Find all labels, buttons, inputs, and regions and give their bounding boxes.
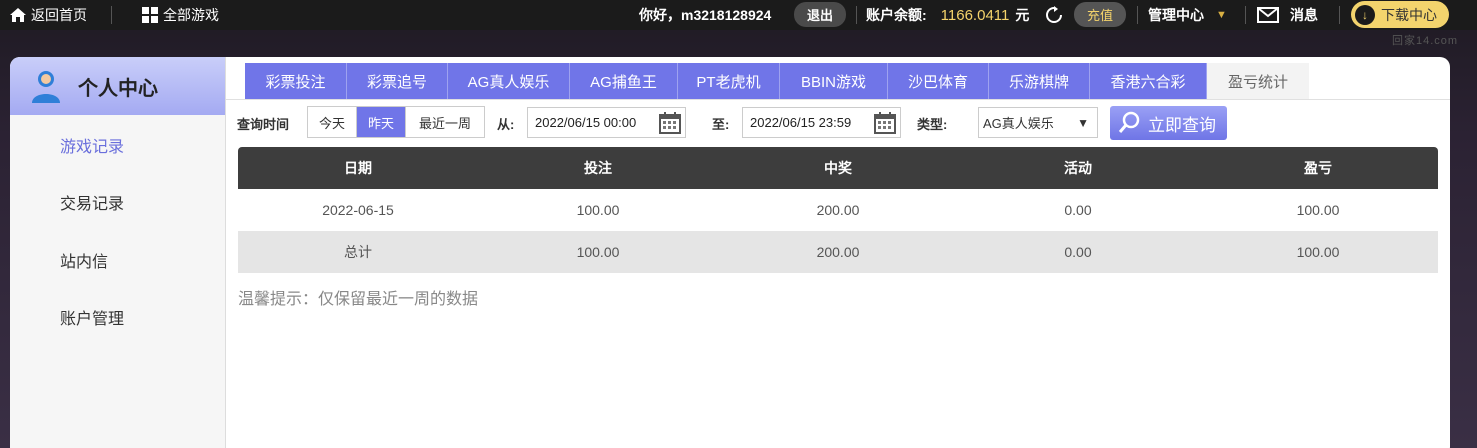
caret-down-icon: ▼ — [1216, 9, 1227, 21]
tab-underline — [226, 99, 1450, 100]
calendar-icon[interactable] — [874, 112, 896, 134]
balance: 账户余额: 1166.0411 元 — [866, 0, 1029, 30]
range-week-button[interactable]: 最近一周 — [406, 107, 484, 137]
calendar-icon[interactable] — [659, 112, 681, 134]
cell-bets: 100.00 — [576, 202, 620, 218]
tab-hk-mark-six[interactable]: 香港六合彩 — [1090, 63, 1207, 99]
type-label: 类型: — [917, 117, 948, 132]
time-label: 查询时间 — [237, 117, 290, 132]
range-yesterday-button[interactable]: 昨天 — [357, 107, 406, 137]
refresh-icon — [1046, 6, 1062, 23]
sidebar-item-inbox[interactable]: 站内信 — [60, 248, 108, 272]
divider — [111, 6, 112, 24]
tab-pt-slots[interactable]: PT老虎机 — [678, 63, 780, 99]
mail-icon — [1257, 7, 1279, 23]
management-label: 管理中心 — [1148, 7, 1204, 23]
cell-date: 2022-06-15 — [322, 202, 394, 218]
table-total-row: 总计 100.00 200.00 0.00 100.00 — [238, 231, 1438, 273]
header-bets: 投注 — [584, 160, 612, 176]
user-icon — [32, 71, 60, 103]
home-icon — [10, 8, 26, 22]
divider — [1245, 6, 1246, 24]
search-button[interactable]: 立即查询 — [1110, 106, 1227, 140]
to-date-value: 2022/06/15 23:59 — [750, 115, 852, 130]
logout-button[interactable]: 退出 — [794, 2, 846, 27]
cell-profit: 100.00 — [1296, 202, 1340, 218]
sidebar-title: 个人中心 — [78, 77, 158, 100]
total-winnings: 200.00 — [816, 244, 860, 260]
tab-bbin-games[interactable]: BBIN游戏 — [780, 63, 888, 99]
sidebar-item-account[interactable]: 账户管理 — [60, 305, 124, 329]
grid-icon — [142, 7, 158, 23]
total-profit: 100.00 — [1296, 244, 1340, 260]
management-menu[interactable]: 管理中心 ▼ — [1148, 0, 1227, 30]
divider — [856, 6, 857, 24]
cell-winnings: 200.00 — [816, 202, 860, 218]
total-label: 总计 — [344, 244, 372, 260]
download-center-button[interactable]: ↓ 下载中心 — [1351, 1, 1449, 28]
watermark: 回家14.com — [1392, 35, 1459, 47]
balance-unit: 元 — [1015, 7, 1030, 23]
home-label: 返回首页 — [31, 7, 87, 23]
sidebar-item-game-records[interactable]: 游戏记录 — [60, 133, 124, 157]
tab-lottery-bets[interactable]: 彩票投注 — [245, 63, 347, 99]
header-winnings: 中奖 — [824, 160, 852, 176]
tab-leyou-chess[interactable]: 乐游棋牌 — [989, 63, 1090, 99]
balance-label: 账户余额: — [866, 7, 927, 23]
header-activity: 活动 — [1064, 160, 1092, 176]
divider — [1339, 6, 1340, 24]
sidebar-item-transactions[interactable]: 交易记录 — [60, 190, 124, 214]
from-date-value: 2022/06/15 00:00 — [535, 115, 637, 130]
all-games-link[interactable]: 全部游戏 — [142, 0, 219, 30]
header-profit: 盈亏 — [1304, 160, 1332, 176]
total-activity: 0.00 — [1064, 244, 1092, 260]
balance-amount: 1166.0411 — [940, 6, 1010, 24]
greeting: 你好，m3218128924 — [639, 7, 772, 23]
download-icon: ↓ — [1355, 4, 1375, 25]
cell-activity: 0.00 — [1064, 202, 1092, 218]
all-games-label: 全部游戏 — [163, 7, 219, 23]
tab-profit-loss[interactable]: 盈亏统计 — [1207, 63, 1309, 99]
table-header: 日期 投注 中奖 活动 盈亏 — [238, 147, 1438, 189]
recharge-button[interactable]: 充值 — [1074, 2, 1126, 27]
divider — [1137, 6, 1138, 24]
home-link[interactable]: 返回首页 — [10, 0, 87, 30]
tab-ag-fishing[interactable]: AG捕鱼王 — [570, 63, 678, 99]
table-row: 2022-06-15 100.00 200.00 0.00 100.00 — [238, 189, 1438, 231]
dropdown-arrow-icon: ▼ — [1077, 115, 1089, 130]
magnifier-icon — [1118, 111, 1140, 133]
tab-bar: 彩票投注 彩票追号 AG真人娱乐 AG捕鱼王 PT老虎机 BBIN游戏 沙巴体育… — [245, 63, 1309, 99]
sidebar-header: 个人中心 — [10, 57, 225, 115]
sidebar: 个人中心 游戏记录 交易记录 站内信 账户管理 — [10, 57, 226, 448]
tab-ag-live[interactable]: AG真人娱乐 — [448, 63, 570, 99]
download-label: 下载中心 — [1381, 6, 1437, 23]
from-label: 从: — [497, 117, 515, 132]
to-label: 至: — [712, 117, 730, 132]
total-bets: 100.00 — [576, 244, 620, 260]
search-label: 立即查询 — [1148, 115, 1216, 135]
main-panel: 个人中心 游戏记录 交易记录 站内信 账户管理 彩票投注 彩票追号 AG真人娱乐… — [10, 57, 1450, 448]
range-today-button[interactable]: 今天 — [308, 107, 357, 137]
refresh-balance-button[interactable] — [1045, 0, 1063, 30]
type-value: AG真人娱乐 — [983, 116, 1054, 131]
to-date-input[interactable]: 2022/06/15 23:59 — [742, 107, 901, 138]
from-date-input[interactable]: 2022/06/15 00:00 — [527, 107, 686, 138]
tab-lottery-chase[interactable]: 彩票追号 — [347, 63, 448, 99]
top-bar: 返回首页 全部游戏 你好，m3218128924 退出 账户余额: 1166.0… — [0, 0, 1477, 30]
type-select[interactable]: AG真人娱乐 ▼ — [978, 107, 1098, 138]
range-selector: 今天 昨天 最近一周 — [307, 106, 485, 138]
messages-link[interactable]: 消息 — [1257, 0, 1318, 30]
tip-text: 温馨提示：仅保留最近一周的数据 — [238, 291, 479, 308]
results-table: 日期 投注 中奖 活动 盈亏 2022-06-15 100.00 200.00 … — [238, 147, 1438, 273]
query-bar: 查询时间 今天 昨天 最近一周 从: 2022/06/15 00:00 至: 2… — [237, 106, 1447, 140]
header-date: 日期 — [344, 160, 372, 176]
messages-label: 消息 — [1290, 7, 1318, 23]
tab-saba-sports[interactable]: 沙巴体育 — [888, 63, 989, 99]
